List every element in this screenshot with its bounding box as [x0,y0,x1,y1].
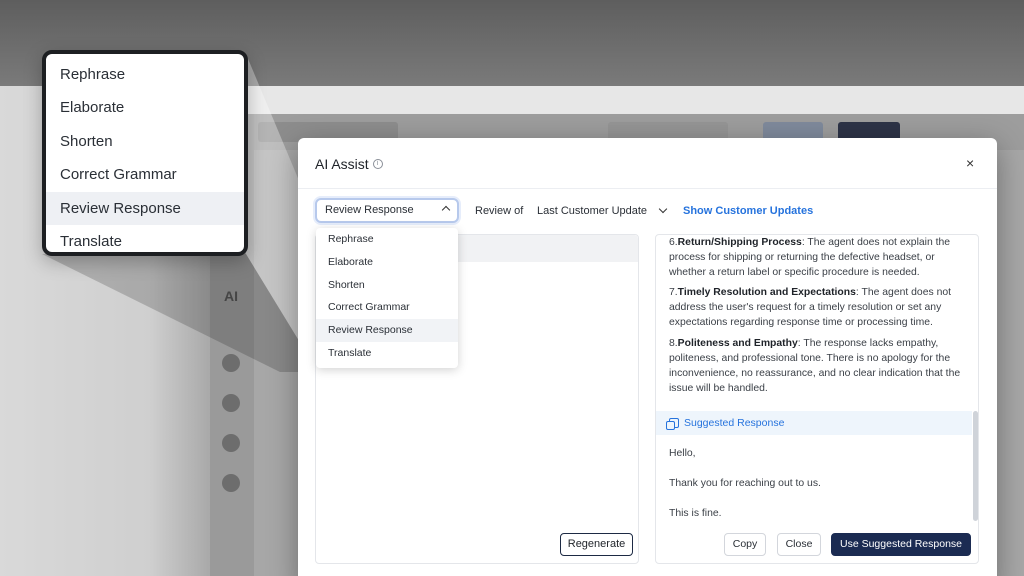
background-sidebar-icon [222,434,240,452]
suggested-line: This is fine. [669,508,722,519]
callout-option-correct-grammar: Correct Grammar [60,166,177,184]
dropdown-option-elaborate[interactable]: Elaborate [316,251,458,274]
review-of-label: Review of [475,205,524,217]
suggested-response-heading: Suggested Response [684,417,785,429]
review-of-select[interactable]: Last Customer Update [537,204,669,217]
action-select-value: Review Response [325,204,414,216]
review-findings: 6.Return/Shipping Process: The agent doe… [669,235,961,401]
action-select[interactable]: Review Response [315,198,459,223]
callout-option-elaborate: Elaborate [60,99,125,117]
close-button[interactable]: Close [777,533,821,556]
dropdown-option-rephrase[interactable]: Rephrase [316,228,458,251]
background-top-strip [248,86,1024,114]
action-dropdown-menu: Rephrase Elaborate Shorten Correct Gramm… [316,228,458,368]
modal-title-text: AI Assist [315,156,369,172]
background-sidebar-icon [222,394,240,412]
suggested-line: Thank you for reaching out to us. [669,478,821,489]
dropdown-option-shorten[interactable]: Shorten [316,274,458,297]
suggested-response-scrollbar[interactable] [973,411,978,521]
magnified-dropdown-callout: Rephrase Elaborate Shorten Correct Gramm… [42,50,248,256]
ai-assist-modal: AI Assist i × Review Response Review of … [298,138,997,576]
dropdown-option-translate[interactable]: Translate [316,342,458,365]
background-sidebar-ai-label: AI [224,288,238,304]
dropdown-option-correct-grammar[interactable]: Correct Grammar [316,296,458,319]
chevron-up-icon [441,205,451,215]
regenerate-button[interactable]: Regenerate [560,533,633,556]
copy-button[interactable]: Copy [724,533,766,556]
modal-title: AI Assist i [315,156,383,172]
background-sidebar-icon [222,354,240,372]
show-customer-updates-link[interactable]: Show Customer Updates [683,205,813,217]
callout-option-review-response: Review Response [46,191,244,225]
modal-divider [298,188,997,189]
close-icon[interactable]: × [966,155,974,171]
review-of-value: Last Customer Update [537,205,648,217]
callout-option-translate: Translate [60,232,122,250]
chevron-down-icon [658,204,668,214]
suggested-response-body: Hello, Thank you for reaching out to us.… [669,446,821,536]
review-item: 8.Politeness and Empathy: The response l… [669,337,961,394]
review-item: 6.Return/Shipping Process: The agent doe… [669,237,951,279]
copy-icon [666,418,679,430]
callout-option-shorten: Shorten [60,132,113,150]
review-item: 7.Timely Resolution and Expectations: Th… [669,287,952,329]
callout-option-rephrase: Rephrase [60,66,126,83]
review-result-pane: 6.Return/Shipping Process: The agent doe… [655,234,979,564]
info-icon[interactable]: i [372,159,383,169]
dropdown-option-review-response[interactable]: Review Response [316,319,458,342]
background-sidebar-icon [222,474,240,492]
suggested-line: Hello, [669,448,696,459]
use-suggested-response-button[interactable]: Use Suggested Response [831,533,971,556]
suggested-response-header: Suggested Response [656,411,972,435]
